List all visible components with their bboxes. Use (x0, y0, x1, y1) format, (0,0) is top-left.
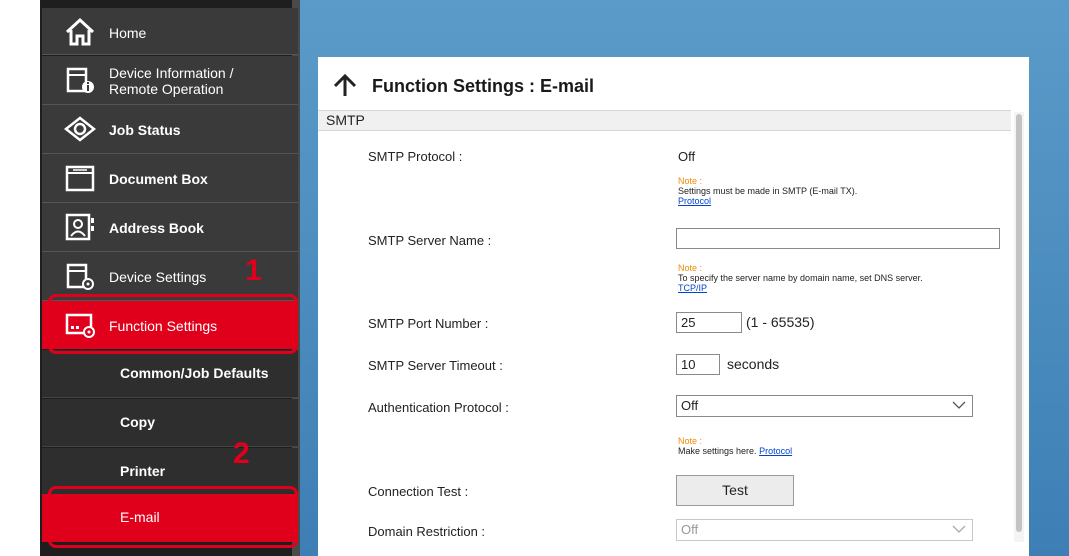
highlight-function-settings (48, 294, 298, 354)
domain-restriction-select: Off (676, 519, 973, 541)
sidebar-subitem-copy[interactable]: Copy (42, 399, 298, 447)
content-panel: Function Settings : E-mail SMTP SMTP Pro… (318, 57, 1029, 556)
document-box-icon (64, 163, 96, 193)
address-book-icon (64, 212, 96, 242)
sidebar-item-label: Device Settings (109, 269, 207, 285)
test-button[interactable]: Test (676, 475, 794, 506)
page-title-text: Function Settings : E-mail (372, 75, 595, 96)
note-text: Make settings here. (678, 446, 757, 456)
note-text: To specify the server name by domain nam… (678, 273, 923, 283)
section-header-smtp: SMTP (318, 110, 1011, 131)
smtp-server-name-input[interactable] (676, 228, 1000, 249)
sidebar-item-label: Address Book (109, 220, 204, 236)
sidebar-item-label: Job Status (109, 122, 181, 138)
auth-protocol-select[interactable]: Off (676, 395, 973, 417)
connection-test-label: Connection Test : (368, 484, 469, 499)
device-settings-icon (64, 261, 96, 291)
home-icon (64, 17, 96, 47)
sidebar-item-job-status[interactable]: Job Status (42, 105, 298, 154)
auth-note: Note : Make settings here. Protocol (678, 436, 792, 456)
smtp-server-note: Note : To specify the server name by dom… (678, 263, 923, 293)
protocol-link[interactable]: Protocol (678, 196, 857, 206)
callout-step-1: 1 (245, 254, 262, 287)
smtp-port-input[interactable]: 25 (676, 312, 742, 333)
note-text: Settings must be made in SMTP (E-mail TX… (678, 186, 858, 196)
up-arrow-icon[interactable] (332, 74, 358, 98)
auth-protocol-value: Off (681, 398, 699, 413)
sidebar-subitem-label: Printer (120, 463, 166, 479)
sidebar-item-label: Home (109, 25, 147, 41)
note-label: Note : (678, 263, 703, 273)
auth-protocol-link[interactable]: Protocol (759, 446, 792, 456)
highlight-email (48, 486, 298, 548)
job-status-icon (63, 114, 97, 144)
sidebar-item-document-box[interactable]: Document Box (42, 154, 298, 203)
sidebar-item-label-line2: Remote Operation (109, 81, 224, 97)
note-label: Note : (678, 176, 703, 186)
sidebar-subitem-label: Copy (120, 414, 155, 430)
smtp-timeout-label: SMTP Server Timeout : (368, 358, 503, 373)
smtp-protocol-note: Note : Settings must be made in SMTP (E-… (678, 176, 857, 206)
smtp-timeout-input[interactable]: 10 (676, 354, 720, 375)
smtp-protocol-value: Off (678, 149, 696, 164)
smtp-port-label: SMTP Port Number : (368, 316, 489, 331)
domain-restriction-value: Off (681, 522, 699, 537)
chevron-down-icon (952, 401, 966, 409)
sidebar-item-label: Document Box (109, 171, 208, 187)
smtp-protocol-label: SMTP Protocol : (368, 149, 463, 164)
tcpip-link[interactable]: TCP/IP (678, 283, 923, 293)
sidebar-item-home[interactable]: Home (42, 8, 298, 55)
page-title: Function Settings : E-mail (332, 74, 594, 98)
scrollbar-thumb[interactable] (1016, 114, 1022, 532)
sidebar-subitem-common-job-defaults[interactable]: Common/Job Defaults (42, 350, 298, 398)
callout-step-2: 2 (233, 437, 250, 470)
domain-restriction-label: Domain Restriction : (368, 524, 486, 539)
device-info-icon (64, 65, 96, 95)
screen: Home Device Information / Remote Operati… (0, 0, 1069, 556)
sidebar-subitem-label: Common/Job Defaults (120, 365, 269, 381)
smtp-timeout-unit: seconds (727, 356, 780, 372)
note-label: Note : (678, 436, 703, 446)
sidebar-item-address-book[interactable]: Address Book (42, 203, 298, 252)
sidebar-item-label: Device Information / (109, 65, 234, 81)
auth-protocol-label: Authentication Protocol : (368, 400, 509, 415)
sidebar-item-device-information[interactable]: Device Information / Remote Operation (42, 56, 298, 105)
chevron-down-icon (952, 525, 966, 533)
smtp-server-name-label: SMTP Server Name : (368, 233, 492, 248)
smtp-port-range: (1 - 65535) (746, 314, 815, 330)
